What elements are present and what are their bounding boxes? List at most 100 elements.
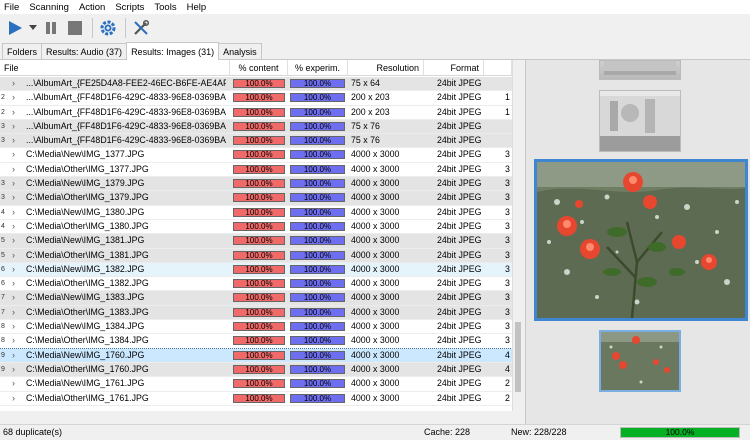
- column-header-experim[interactable]: % experim.: [288, 60, 348, 76]
- menu-file[interactable]: File: [4, 2, 19, 13]
- table-row[interactable]: 9 › C:\Media\New\IMG_1760.JPG 4000 x 3000 24…: [0, 347, 513, 364]
- file-path-cell: C:\Media\New\IMG_1381.JPG: [26, 235, 145, 246]
- preview-thumbnail[interactable]: [599, 90, 681, 152]
- expand-chevron-icon[interactable]: ›: [12, 191, 20, 204]
- table-row[interactable]: 9 › C:\Media\Other\IMG_1760.JPG 4000 x 3000…: [0, 362, 512, 378]
- expand-chevron-icon[interactable]: ›: [12, 249, 20, 262]
- table-row[interactable]: 2 › ...\AlbumArt_{FF48D1F6-429C-4833-96E8-…: [0, 106, 512, 120]
- table-row[interactable]: 4 › C:\Media\Other\IMG_1380.JPG 4000 x 3000…: [0, 220, 512, 235]
- expand-chevron-icon[interactable]: ›: [12, 320, 20, 333]
- expand-chevron-icon[interactable]: ›: [12, 120, 20, 133]
- tab-results-images[interactable]: Results: Images (31): [126, 42, 220, 60]
- toolbar-separator: [92, 18, 93, 38]
- experim-percent-cell: 100.0%: [290, 134, 345, 147]
- pause-button[interactable]: [40, 17, 62, 39]
- column-header-content[interactable]: % content: [230, 60, 288, 76]
- expand-chevron-icon[interactable]: ›: [12, 277, 20, 290]
- tab-results-audio[interactable]: Results: Audio (37): [41, 43, 128, 59]
- table-row[interactable]: 3 › ...\AlbumArt_{FF48D1F6-429C-4833-96E8-…: [0, 134, 512, 149]
- resolution-cell: 4000 x 3000: [351, 349, 400, 360]
- format-cell: 24bit JPEG: [437, 306, 482, 317]
- table-row[interactable]: 8 › C:\Media\Other\IMG_1384.JPG 4000 x 3000…: [0, 334, 512, 349]
- play-button[interactable]: [4, 17, 26, 39]
- experim-percent-bar: 100.0%: [290, 107, 345, 117]
- expand-chevron-icon[interactable]: ›: [12, 363, 20, 376]
- content-percent-cell: 100.0%: [233, 177, 285, 190]
- file-path-cell: C:\Media\New\IMG_1382.JPG: [26, 263, 145, 274]
- menu-scanning[interactable]: Scanning: [29, 2, 69, 13]
- table-row[interactable]: 3 › ...\AlbumArt_{FF48D1F6-429C-4833-96E8-…: [0, 119, 512, 135]
- expand-chevron-icon[interactable]: ›: [12, 377, 20, 390]
- group-number: 3: [1, 180, 5, 188]
- content-percent-bar: 100.0%: [233, 336, 285, 346]
- expand-chevron-icon[interactable]: ›: [12, 392, 20, 405]
- menu-action[interactable]: Action: [79, 2, 105, 13]
- expand-chevron-icon[interactable]: ›: [12, 77, 20, 90]
- preview-thumbnail[interactable]: [599, 60, 681, 80]
- vertical-scrollbar[interactable]: [512, 60, 522, 411]
- experim-percent-cell: 100.0%: [290, 77, 345, 90]
- expand-chevron-icon[interactable]: ›: [12, 349, 20, 362]
- table-row[interactable]: 3 › C:\Media\Other\IMG_1379.JPG 4000 x 3000…: [0, 191, 512, 206]
- tab-folders[interactable]: Folders: [2, 43, 43, 59]
- column-header-format[interactable]: Format: [424, 60, 484, 76]
- content-percent-bar: 100.0%: [233, 293, 285, 303]
- column-header-file[interactable]: File: [0, 60, 230, 76]
- table-row[interactable]: 6 › C:\Media\New\IMG_1382.JPG 4000 x 3000 24…: [0, 262, 512, 278]
- preview-thumbnail[interactable]: [599, 330, 681, 392]
- expand-chevron-icon[interactable]: ›: [12, 263, 20, 276]
- experim-percent-cell: 100.0%: [290, 163, 345, 176]
- expand-chevron-icon[interactable]: ›: [12, 134, 20, 147]
- expand-chevron-icon[interactable]: ›: [12, 148, 20, 161]
- content-percent-bar: 100.0%: [233, 150, 285, 160]
- expand-chevron-icon[interactable]: ›: [12, 306, 20, 319]
- vertical-scroll-thumb[interactable]: [515, 322, 521, 392]
- tools-button[interactable]: [130, 17, 152, 39]
- selected-image-preview[interactable]: [534, 159, 748, 321]
- column-header-extra[interactable]: [484, 60, 512, 76]
- expand-chevron-icon[interactable]: ›: [12, 234, 20, 247]
- tab-analysis[interactable]: Analysis: [218, 43, 262, 59]
- file-path-cell: C:\Media\Other\IMG_1380.JPG: [26, 220, 149, 231]
- table-row[interactable]: › ...\AlbumArt_{FE25D4A8-FEE2-46EC-B6FE-A…: [0, 77, 512, 92]
- gear-icon: [100, 20, 116, 36]
- experim-percent-cell: 100.0%: [290, 177, 345, 190]
- table-row[interactable]: › C:\Media\New\IMG_1761.JPG 4000 x 3000 24b…: [0, 377, 512, 392]
- table-row[interactable]: 6 › C:\Media\Other\IMG_1382.JPG 4000 x 3000…: [0, 277, 512, 292]
- content-percent-bar: 100.0%: [233, 393, 285, 403]
- group-number: 6: [1, 280, 5, 288]
- content-percent-cell: 100.0%: [233, 134, 285, 147]
- experim-percent-bar: 100.0%: [290, 336, 345, 346]
- table-row[interactable]: 4 › C:\Media\New\IMG_1380.JPG 4000 x 3000 24…: [0, 206, 512, 220]
- image-icon: [600, 91, 680, 151]
- column-header-resolution[interactable]: Resolution: [348, 60, 424, 76]
- resolution-cell: 4000 x 3000: [351, 163, 400, 174]
- expand-chevron-icon[interactable]: ›: [12, 177, 20, 190]
- play-dropdown-button[interactable]: [28, 17, 38, 39]
- table-row[interactable]: 2 › ...\AlbumArt_{FF48D1F6-429C-4833-96E8-…: [0, 91, 512, 106]
- table-row[interactable]: 7 › C:\Media\New\IMG_1383.JPG 4000 x 3000 24…: [0, 291, 512, 306]
- table-row[interactable]: › C:\Media\Other\IMG_1761.JPG 4000 x 3000 2…: [0, 392, 512, 406]
- table-row[interactable]: › C:\Media\New\IMG_1377.JPG 4000 x 3000 24b…: [0, 148, 512, 163]
- expand-chevron-icon[interactable]: ›: [12, 206, 20, 219]
- settings-button[interactable]: [97, 17, 119, 39]
- table-row[interactable]: 7 › C:\Media\Other\IMG_1383.JPG 4000 x 3000…: [0, 305, 512, 321]
- table-row[interactable]: 5 › C:\Media\Other\IMG_1381.JPG 4000 x 3000…: [0, 248, 512, 263]
- resolution-cell: 4000 x 3000: [351, 235, 400, 246]
- expand-chevron-icon[interactable]: ›: [12, 106, 20, 119]
- stop-button[interactable]: [64, 17, 86, 39]
- table-row[interactable]: 3 › C:\Media\New\IMG_1379.JPG 4000 x 3000 24…: [0, 177, 512, 192]
- menu-scripts[interactable]: Scripts: [115, 2, 144, 13]
- expand-chevron-icon[interactable]: ›: [12, 163, 20, 176]
- expand-chevron-icon[interactable]: ›: [12, 220, 20, 233]
- menu-tools[interactable]: Tools: [154, 2, 176, 13]
- menu-help[interactable]: Help: [187, 2, 207, 13]
- file-path-cell: ...\AlbumArt_{FF48D1F6-429C-4833-96E8-03…: [26, 92, 226, 103]
- table-row[interactable]: 5 › C:\Media\New\IMG_1381.JPG 4000 x 3000 24…: [0, 234, 512, 249]
- experim-percent-cell: 100.0%: [290, 191, 345, 204]
- expand-chevron-icon[interactable]: ›: [12, 91, 20, 104]
- expand-chevron-icon[interactable]: ›: [12, 291, 20, 304]
- expand-chevron-icon[interactable]: ›: [12, 334, 20, 347]
- table-row[interactable]: › C:\Media\Other\IMG_1377.JPG 4000 x 3000 2…: [0, 163, 512, 178]
- table-row[interactable]: 8 › C:\Media\New\IMG_1384.JPG 4000 x 3000 24…: [0, 320, 512, 335]
